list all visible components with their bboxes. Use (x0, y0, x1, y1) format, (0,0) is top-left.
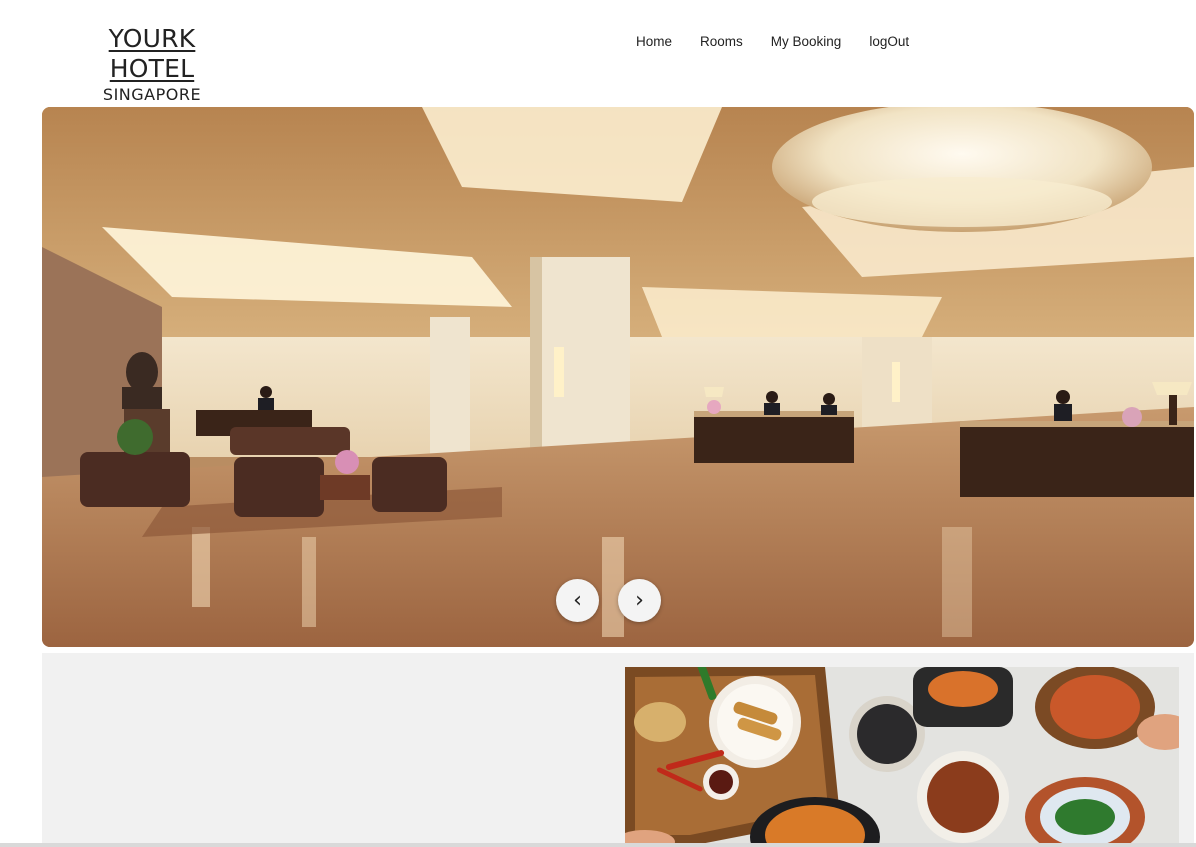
carousel-prev-button[interactable]: ‹ (556, 579, 599, 622)
hotel-location: SINGAPORE (102, 85, 202, 104)
horizontal-scrollbar[interactable] (0, 843, 1196, 847)
hotel-title: YOURK HOTEL (108, 24, 196, 83)
food-dishes-image (625, 667, 1179, 847)
nav-rooms[interactable]: Rooms (700, 33, 743, 51)
nav-my-booking[interactable]: My Booking (771, 33, 842, 51)
page: YOURK HOTEL SINGAPORE Home Rooms My Book… (0, 0, 1196, 847)
nav-logout[interactable]: logOut (869, 33, 909, 51)
hotel-logo[interactable]: YOURK HOTEL SINGAPORE (64, 24, 240, 106)
hotel-lobby-image (42, 107, 1194, 647)
food-image-panel (625, 667, 1179, 847)
carousel-next-button[interactable]: › (618, 579, 661, 622)
hero-carousel (42, 107, 1194, 647)
main-nav: Home Rooms My Booking logOut (636, 33, 937, 51)
nav-home[interactable]: Home (636, 33, 672, 51)
